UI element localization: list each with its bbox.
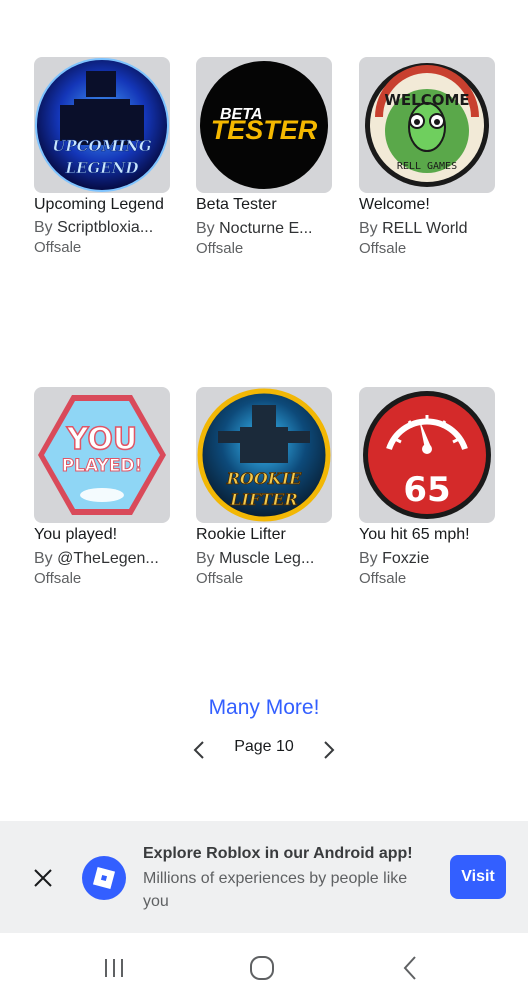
recents-icon[interactable] <box>99 953 129 983</box>
by-label: By <box>34 219 53 236</box>
chevron-right-icon[interactable] <box>317 739 339 761</box>
creator-name[interactable]: Nocturne E... <box>219 220 312 237</box>
creator-name[interactable]: @TheLegen... <box>57 550 159 567</box>
by-label: By <box>34 550 53 567</box>
badge-price: Offsale <box>359 570 407 587</box>
creator-name[interactable]: RELL World <box>382 220 467 237</box>
badge-price: Offsale <box>359 240 407 257</box>
badge-creator[interactable]: By Nocturne E... <box>196 219 332 239</box>
badge-thumbnail[interactable]: BETA TESTER <box>196 57 332 193</box>
badge-thumbnail[interactable]: WELCOME RELL GAMES <box>359 57 495 193</box>
creator-name[interactable]: Muscle Leg... <box>219 550 314 567</box>
page-label: Page 10 <box>234 738 294 755</box>
badge-card[interactable]: WELCOME RELL GAMES Welcome! By RELL Worl… <box>359 57 495 259</box>
roblox-logo-icon <box>82 856 126 900</box>
badge-art-text: TESTER <box>211 115 318 145</box>
badge-art-text: PLAYED! <box>62 456 143 476</box>
creator-name[interactable]: Scriptbloxia... <box>57 219 153 236</box>
creator-name[interactable]: Foxzie <box>382 550 429 567</box>
by-label: By <box>196 220 215 237</box>
badge-art-text: WELCOME <box>384 91 469 109</box>
by-label: By <box>196 550 215 567</box>
badge-art-text: RELL GAMES <box>397 161 457 172</box>
badge-art-text: LIFTER <box>229 490 298 509</box>
badge-name[interactable]: Welcome! <box>359 194 495 215</box>
badge-name[interactable]: Beta Tester <box>196 194 332 215</box>
many-more-link[interactable]: Many More! <box>0 696 528 720</box>
badge-card[interactable]: BETA TESTER Beta Tester By Nocturne E...… <box>196 57 332 259</box>
badge-art-text: 65 <box>403 470 450 510</box>
banner-title: Explore Roblox in our Android app! <box>143 845 413 862</box>
badge-thumbnail[interactable]: ROOKIE LIFTER <box>196 387 332 523</box>
badge-name[interactable]: You played! <box>34 524 170 545</box>
banner-subtitle: Millions of experiences by people like y… <box>143 870 408 910</box>
badge-art-text: LEGEND <box>65 159 139 177</box>
badge-name[interactable]: Upcoming Legend <box>34 194 170 215</box>
badge-creator[interactable]: By Scriptbloxia... <box>34 218 170 238</box>
badge-card[interactable]: YOU PLAYED! You played! By @TheLegen... … <box>34 387 170 589</box>
chevron-left-icon[interactable] <box>189 739 211 761</box>
visit-button[interactable]: Visit <box>450 855 506 899</box>
badge-creator[interactable]: By Muscle Leg... <box>196 549 332 569</box>
badge-name[interactable]: You hit 65 mph! <box>359 524 495 545</box>
badge-art-text: UPCOMING <box>52 137 152 155</box>
badge-card[interactable]: UPCOMING LEGEND Upcoming Legend By Scrip… <box>34 57 170 258</box>
badge-price: Offsale <box>34 570 82 587</box>
badge-price: Offsale <box>196 570 244 587</box>
app-promo-banner: Explore Roblox in our Android app! Milli… <box>0 821 528 933</box>
close-icon[interactable] <box>32 867 54 889</box>
by-label: By <box>359 550 378 567</box>
back-icon[interactable] <box>395 953 425 983</box>
badge-name[interactable]: Rookie Lifter <box>196 524 332 545</box>
badge-price: Offsale <box>34 239 82 256</box>
badge-price: Offsale <box>196 240 244 257</box>
badge-card[interactable]: 65 You hit 65 mph! By Foxzie Offsale <box>359 387 495 589</box>
badge-thumbnail[interactable]: YOU PLAYED! <box>34 387 170 523</box>
badge-card[interactable]: ROOKIE LIFTER Rookie Lifter By Muscle Le… <box>196 387 332 589</box>
badge-thumbnail[interactable]: UPCOMING LEGEND <box>34 57 170 193</box>
android-nav-bar <box>0 933 528 1000</box>
badge-art-text: YOU <box>66 422 138 457</box>
badge-creator[interactable]: By @TheLegen... <box>34 549 170 569</box>
badge-art-text: ROOKIE <box>226 469 303 488</box>
by-label: By <box>359 220 378 237</box>
badge-creator[interactable]: By RELL World <box>359 219 495 239</box>
pagination: Page 10 <box>0 734 528 764</box>
badge-creator[interactable]: By Foxzie <box>359 549 495 569</box>
badge-thumbnail[interactable]: 65 <box>359 387 495 523</box>
home-icon[interactable] <box>247 953 277 983</box>
